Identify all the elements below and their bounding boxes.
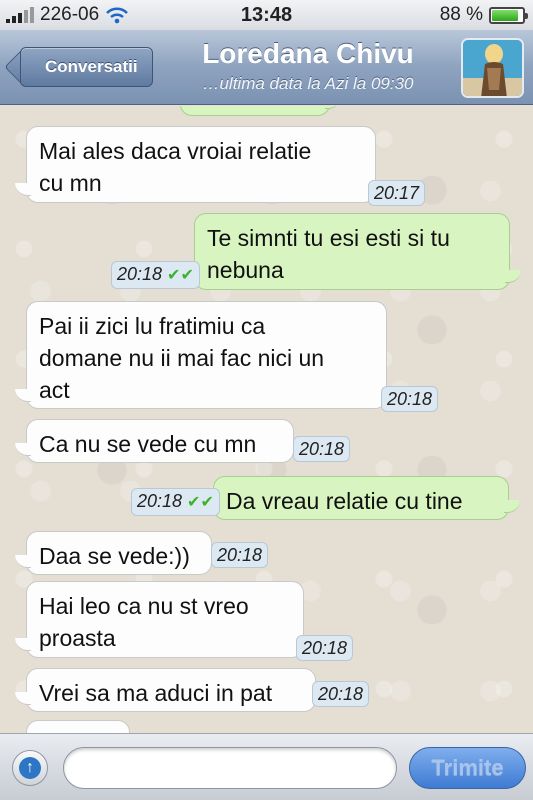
- message-bubble-incoming[interactable]: Pai ii zici lu fratimiu ca domane nu ii …: [15, 301, 438, 412]
- message-composer: ↑ Trimite: [0, 733, 533, 800]
- message-input[interactable]: [63, 747, 397, 789]
- message-time: 20:18: [211, 542, 269, 568]
- message-line: Daa se vede:)): [39, 543, 190, 569]
- message-bubble-partial: [26, 720, 130, 733]
- double-check-icon: ✔✔: [167, 267, 194, 284]
- message-time-outgoing: 20:18 ✔✔: [111, 261, 200, 289]
- message-line: proasta: [39, 625, 116, 651]
- message-bubble-incoming[interactable]: Daa se vede:)): [15, 531, 212, 575]
- message-bubble-incoming[interactable]: Ca nu se vede cu mn: [15, 419, 294, 463]
- message-line: Mai ales daca vroiai relatie: [39, 138, 312, 164]
- message-line: nebuna: [207, 257, 284, 283]
- message-time: 20:18: [312, 681, 370, 707]
- message-time-outgoing: 20:18 ✔✔: [131, 488, 220, 516]
- message-bubble-outgoing[interactable]: Te simnti tu esi esti si tu nebuna: [194, 213, 521, 290]
- avatar-image: [463, 40, 522, 96]
- message-time: 20:17: [367, 180, 425, 206]
- last-seen-status: …ultima data la Azi la 09:30: [202, 74, 414, 93]
- status-bar: 226-06 13:48 88 %: [0, 0, 533, 30]
- message-bubble-incoming[interactable]: Hai leo ca nu st vreo proasta 20:18: [15, 581, 353, 661]
- message-bubble-partial: [180, 106, 341, 116]
- message-time: 20:18: [293, 436, 351, 462]
- message-line: act: [39, 377, 70, 403]
- message-line: Hai leo ca nu st vreo: [39, 593, 249, 619]
- message-line: cu mn: [39, 170, 102, 196]
- arrow-up-icon: ↑: [19, 757, 41, 779]
- contact-avatar[interactable]: [461, 38, 524, 98]
- battery-info: 88 %: [439, 4, 528, 26]
- message-line: Pai ii zici lu fratimiu ca: [39, 313, 266, 339]
- message-bubble-incoming[interactable]: Vrei sa ma aduci in pat: [15, 668, 316, 712]
- conversation-area[interactable]: Mai ales daca vroiai relatie cu mn 20:17…: [0, 106, 533, 733]
- battery-percent: 88 %: [439, 4, 483, 25]
- battery-icon: [489, 6, 528, 24]
- navigation-bar: Conversatii Loredana Chivu …ultima data …: [0, 30, 533, 105]
- message-bubble-incoming[interactable]: Mai ales daca vroiai relatie cu mn 20:17: [15, 126, 425, 206]
- message-line: Ca nu se vede cu mn: [39, 431, 257, 457]
- back-button-wrapper[interactable]: Conversatii: [10, 47, 153, 89]
- message-time: 20:18: [295, 635, 353, 661]
- message-time: 20:18: [137, 491, 183, 511]
- message-time: 20:18: [117, 264, 163, 284]
- send-button[interactable]: Trimite: [409, 747, 526, 789]
- message-line: Te simnti tu esi esti si tu: [207, 225, 450, 251]
- message-bubble-outgoing[interactable]: Da vreau relatie cu tine: [213, 476, 520, 520]
- message-line: Vrei sa ma aduci in pat: [39, 680, 273, 706]
- double-check-icon: ✔✔: [187, 494, 214, 511]
- message-time: 20:18: [380, 386, 438, 412]
- back-button[interactable]: Conversatii: [20, 47, 153, 87]
- contact-name: Loredana Chivu: [202, 38, 414, 69]
- message-line: Da vreau relatie cu tine: [226, 488, 463, 514]
- message-line: domane nu ii mai fac nici un: [39, 345, 325, 371]
- battery-fill: [492, 9, 519, 21]
- chat-header[interactable]: Loredana Chivu …ultima data la Azi la 09…: [158, 36, 458, 96]
- attach-button[interactable]: ↑: [12, 750, 48, 786]
